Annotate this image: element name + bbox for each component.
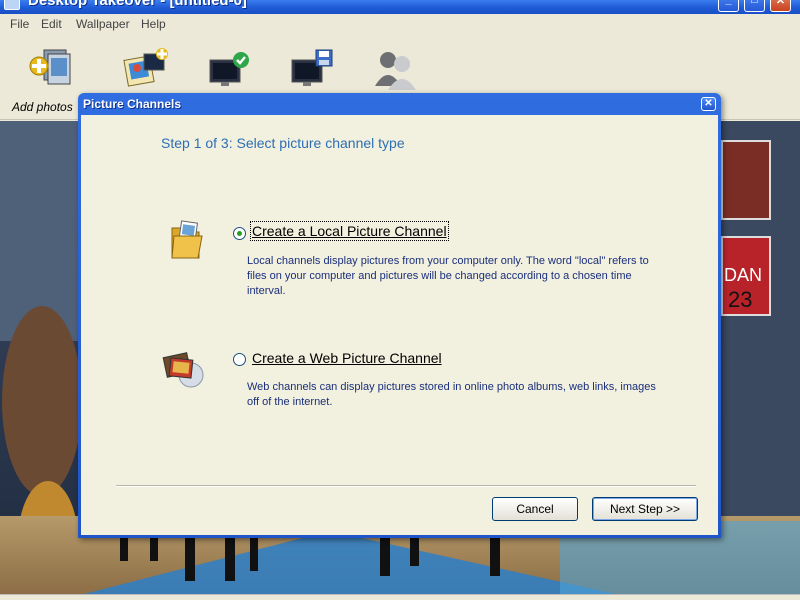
local-channel-radio[interactable] [233, 227, 246, 240]
local-channel-description: Local channels display pictures from you… [247, 255, 649, 297]
minimize-button[interactable]: _ [718, 0, 739, 12]
dialog-title: Picture Channels [83, 97, 182, 111]
add-photos-button[interactable]: Add photos [12, 44, 82, 114]
maximize-button[interactable]: □ [744, 0, 765, 12]
web-pictures-icon [162, 352, 204, 388]
add-photos-icon [29, 49, 71, 85]
svg-text:DAN: DAN [724, 265, 762, 285]
menu-edit[interactable]: Edit [41, 17, 62, 31]
status-bar [0, 594, 800, 600]
svg-text:23: 23 [728, 287, 752, 312]
cancel-button[interactable]: Cancel [492, 497, 578, 521]
minimize-icon: _ [725, 0, 732, 6]
menu-help[interactable]: Help [141, 17, 166, 31]
dialog-separator [116, 485, 696, 487]
dialog-close-button[interactable]: ✕ [701, 97, 716, 111]
add-picture-channel-icon [123, 48, 168, 87]
radio-selected-dot [237, 231, 242, 236]
save-wallpaper-icon [291, 49, 333, 86]
web-channel-description: Web channels can display pictures stored… [247, 381, 656, 408]
window-title-bar: Desktop Takeover - [untitled-0] _ □ ✕ [0, 0, 800, 14]
menu-wallpaper[interactable]: Wallpaper [76, 17, 130, 31]
maximize-icon: □ [751, 0, 758, 6]
window-title: Desktop Takeover - [untitled-0] [28, 0, 247, 9]
folder-picture-icon [171, 220, 203, 259]
next-step-button[interactable]: Next Step >> [592, 497, 698, 521]
app-icon [4, 0, 20, 10]
close-icon: ✕ [775, 0, 786, 7]
set-wallpaper-icon [209, 52, 249, 86]
dialog-body: Step 1 of 3: Select picture channel type… [81, 115, 718, 535]
menu-bar: File Edit Wallpaper Help [0, 14, 800, 36]
web-channel-radio[interactable] [233, 353, 246, 366]
menu-file[interactable]: File [10, 17, 29, 31]
step-title: Step 1 of 3: Select picture channel type [161, 135, 405, 151]
close-window-button[interactable]: ✕ [770, 0, 791, 12]
close-icon: ✕ [704, 98, 713, 109]
picture-channels-dialog: Picture Channels ✕ Step 1 of 3: Select p… [78, 93, 721, 538]
local-channel-label[interactable]: Create a Local Picture Channel [250, 221, 449, 241]
web-channel-label[interactable]: Create a Web Picture Channel [252, 350, 442, 366]
users-icon [375, 52, 416, 90]
